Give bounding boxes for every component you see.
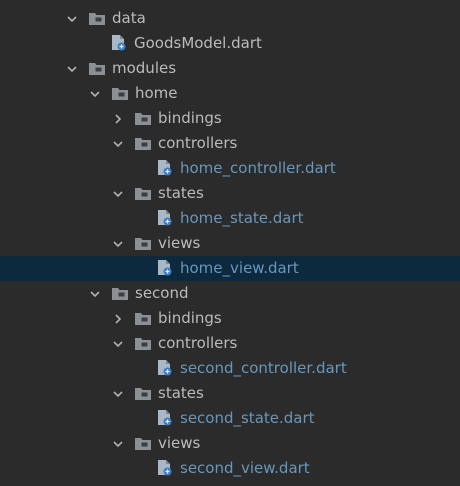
chevron-right-icon[interactable] [110,106,126,131]
tree-file-row[interactable]: GoodsModel.dart [0,31,460,56]
folder-icon [88,60,106,77]
folder-icon [111,285,129,302]
tree-folder-label: home [135,84,178,102]
folder-icon [88,10,106,27]
dart-file-icon [156,209,174,226]
folder-icon [134,310,152,327]
tree-folder-row[interactable]: home [0,81,460,106]
tree-folder-row[interactable]: data [0,6,460,31]
tree-folder-row[interactable]: second [0,281,460,306]
tree-file-label: second_controller.dart [180,359,347,377]
chevron-down-icon[interactable] [110,381,126,406]
chevron-down-icon[interactable] [110,331,126,356]
tree-folder-label: controllers [158,134,238,152]
chevron-down-icon[interactable] [110,181,126,206]
tree-folder-label: bindings [158,309,222,327]
tree-folder-row[interactable]: controllers [0,131,460,156]
tree-folder-row[interactable]: bindings [0,306,460,331]
folder-icon [134,235,152,252]
tree-file-row[interactable]: second_controller.dart [0,356,460,381]
folder-icon [134,335,152,352]
tree-file-row[interactable]: home_state.dart [0,206,460,231]
chevron-down-icon[interactable] [64,56,80,81]
folder-icon [134,135,152,152]
tree-file-row[interactable]: home_controller.dart [0,156,460,181]
chevron-down-icon[interactable] [87,81,103,106]
tree-folder-row[interactable]: states [0,381,460,406]
tree-folder-label: modules [112,59,177,77]
dart-file-icon [156,459,174,476]
tree-file-label: home_controller.dart [180,159,336,177]
dart-file-icon [156,159,174,176]
tree-folder-label: states [158,384,204,402]
folder-icon [134,110,152,127]
tree-folder-row[interactable]: views [0,431,460,456]
tree-folder-row[interactable]: controllers [0,331,460,356]
chevron-down-icon[interactable] [110,131,126,156]
project-tree: data GoodsModel.dart modules home bindings co… [0,0,460,486]
tree-folder-label: bindings [158,109,222,127]
tree-file-row[interactable]: second_state.dart [0,406,460,431]
tree-file-label: second_state.dart [180,409,315,427]
tree-file-label: GoodsModel.dart [134,34,262,52]
tree-folder-row[interactable]: modules [0,56,460,81]
tree-folder-row[interactable]: views [0,231,460,256]
chevron-down-icon[interactable] [87,281,103,306]
tree-file-row[interactable]: home_view.dart [0,256,460,281]
tree-file-label: home_state.dart [180,209,304,227]
tree-folder-label: states [158,184,204,202]
dart-file-icon [156,259,174,276]
chevron-down-icon[interactable] [110,231,126,256]
folder-icon [111,85,129,102]
folder-icon [134,385,152,402]
dart-file-icon [110,34,128,51]
tree-folder-label: views [158,234,201,252]
tree-file-row[interactable]: second_view.dart [0,456,460,481]
chevron-down-icon[interactable] [110,431,126,456]
dart-file-icon [156,359,174,376]
tree-folder-row[interactable]: bindings [0,106,460,131]
folder-icon [134,185,152,202]
tree-file-label: second_view.dart [180,459,310,477]
tree-folder-label: data [112,9,146,27]
tree-folder-row[interactable]: states [0,181,460,206]
tree-folder-label: controllers [158,334,238,352]
tree-folder-label: second [135,284,189,302]
chevron-down-icon[interactable] [64,6,80,31]
chevron-right-icon[interactable] [110,306,126,331]
folder-icon [134,435,152,452]
dart-file-icon [156,409,174,426]
tree-file-label: home_view.dart [180,259,299,277]
tree-folder-label: views [158,434,201,452]
